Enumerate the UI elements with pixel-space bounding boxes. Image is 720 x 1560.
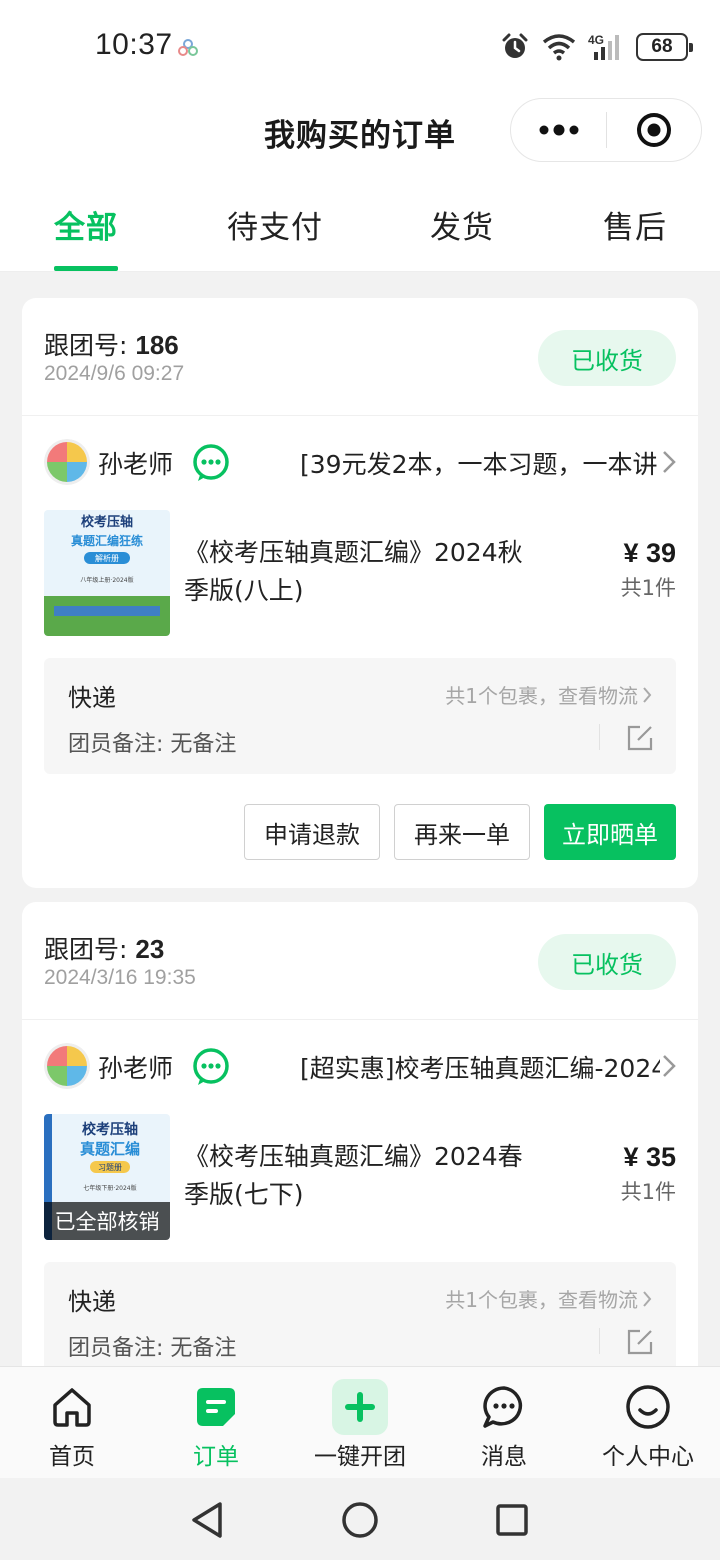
member-remark: 团员备注: 无备注 <box>68 732 237 757</box>
miniprogram-capsule <box>510 98 702 162</box>
status-badge: 已收货 <box>538 330 676 386</box>
product-name: 《校考压轴真题汇编》2024秋季版(八上) <box>184 538 523 605</box>
home-circle-icon[interactable] <box>338 1498 382 1542</box>
svg-text:真题汇编狂练: 真题汇编狂练 <box>71 533 143 548</box>
nav-home[interactable]: 首页 <box>0 1367 144 1479</box>
plus-icon <box>332 1379 388 1435</box>
logistics-link-text: 共1个包裹，查看物流 <box>445 1288 638 1312</box>
product-thumbnail[interactable]: 校考压轴 真题汇编 习题册 七年级下册·2024版 已全部核销 <box>44 1114 170 1240</box>
nav-start-group[interactable]: 一键开团 <box>288 1367 432 1479</box>
group-title: [39元发2本，一本习题，一本讲 <box>300 450 658 479</box>
nav-orders[interactable]: 订单 <box>144 1367 288 1479</box>
order-actions: 申请退款 再来一单 立即晒单 <box>244 804 676 860</box>
wechat-chat-icon[interactable] <box>190 442 232 484</box>
shipping-method: 快递 <box>68 684 116 712</box>
wechat-chat-icon[interactable] <box>190 1046 232 1088</box>
home-icon <box>44 1379 100 1435</box>
remark-divider <box>599 1328 600 1354</box>
quantity: 共1件 <box>620 1180 676 1204</box>
svg-text:校考压轴: 校考压轴 <box>82 1121 138 1138</box>
order-time: 2024/9/6 09:27 <box>44 362 185 385</box>
shipping-box: 快递 共1个包裹，查看物流 团员备注: 无备注 <box>44 658 676 774</box>
alarm-icon <box>502 33 528 58</box>
message-icon <box>476 1379 532 1435</box>
order-tabs: 全部 待支付 发货 售后 <box>0 174 720 272</box>
nav-label: 首页 <box>49 1444 95 1470</box>
svg-text:4G: 4G <box>588 33 604 47</box>
refund-button[interactable]: 申请退款 <box>244 804 380 860</box>
shipping-method: 快递 <box>68 1288 116 1316</box>
product-name: 《校考压轴真题汇编》2024春季版(七下) <box>184 1142 523 1209</box>
chevron-right-icon <box>663 1055 676 1077</box>
more-dots-icon <box>539 124 578 136</box>
svg-text:八年级上册·2024版: 八年级上册·2024版 <box>80 576 133 584</box>
svg-text:解析册: 解析册 <box>95 553 119 563</box>
reorder-button[interactable]: 再来一单 <box>394 804 530 860</box>
edit-icon[interactable] <box>626 724 654 752</box>
verified-overlay: 已全部核销 <box>44 1202 170 1240</box>
logistics-link-text: 共1个包裹，查看物流 <box>445 684 638 708</box>
seller-name: 孙老师 <box>98 450 174 479</box>
nav-label: 个人中心 <box>602 1444 694 1470</box>
price: ¥ 35 <box>623 1142 676 1172</box>
battery-indicator: 68 <box>636 33 693 61</box>
order-header: 跟团号: 23 2024/3/16 19:35 已收货 <box>22 902 698 1020</box>
view-logistics-link[interactable]: 共1个包裹，查看物流 <box>445 1284 652 1313</box>
order-card[interactable]: 跟团号: 23 2024/3/16 19:35 已收货 孙老师 [超实惠]校考压… <box>22 902 698 1382</box>
group-number: 跟团号: 186 <box>44 330 179 360</box>
svg-text:真题汇编: 真题汇编 <box>80 1140 140 1158</box>
bottom-nav: 首页 订单 一键开团 消息 个人中心 <box>0 1366 720 1478</box>
app-notification-icon <box>178 39 198 56</box>
quantity: 共1件 <box>620 576 676 600</box>
seller-row[interactable]: 孙老师 [超实惠]校考压轴真题汇编-2024 <box>44 1042 676 1092</box>
status-badge: 已收货 <box>538 934 676 990</box>
tab-all[interactable]: 全部 <box>54 202 118 247</box>
system-nav-bar <box>0 1478 720 1560</box>
signal-4g-icon: 4G <box>588 33 619 60</box>
chevron-right-icon <box>643 1290 652 1307</box>
nav-label: 一键开团 <box>314 1444 406 1470</box>
svg-text:七年级下册·2024版: 七年级下册·2024版 <box>83 1184 136 1192</box>
active-tab-indicator <box>54 266 118 271</box>
nav-messages[interactable]: 消息 <box>432 1367 576 1479</box>
nav-label: 订单 <box>193 1444 239 1470</box>
svg-text:习题册: 习题册 <box>98 1163 122 1172</box>
chevron-right-icon <box>643 686 652 703</box>
order-time: 2024/3/16 19:35 <box>44 966 196 989</box>
seller-name: 孙老师 <box>98 1054 174 1083</box>
profile-icon <box>620 1379 676 1435</box>
order-card[interactable]: 跟团号: 186 2024/9/6 09:27 已收货 孙老师 [39元发2本，… <box>22 298 698 888</box>
status-time: 10:37 <box>95 28 173 61</box>
member-remark: 团员备注: 无备注 <box>68 1336 237 1361</box>
back-triangle-icon[interactable] <box>186 1498 230 1542</box>
seller-row[interactable]: 孙老师 [39元发2本，一本习题，一本讲 <box>44 438 676 488</box>
more-button[interactable] <box>511 99 606 161</box>
view-logistics-link[interactable]: 共1个包裹，查看物流 <box>445 680 652 709</box>
edit-icon[interactable] <box>626 1328 654 1356</box>
product-thumbnail[interactable]: 校考压轴 真题汇编狂练 解析册 八年级上册·2024版 <box>44 510 170 636</box>
status-bar: 10:37 4G 68 <box>0 0 720 92</box>
tab-after-sales[interactable]: 售后 <box>603 202 667 247</box>
remark-divider <box>599 724 600 750</box>
tab-pending-payment[interactable]: 待支付 <box>227 202 323 247</box>
chevron-right-icon <box>663 451 676 473</box>
wifi-icon <box>542 34 576 61</box>
order-icon <box>188 1379 244 1435</box>
avatar <box>44 439 90 485</box>
tab-shipping[interactable]: 发货 <box>430 202 494 247</box>
nav-profile[interactable]: 个人中心 <box>576 1367 720 1479</box>
price: ¥ 39 <box>623 538 676 568</box>
shipping-box: 快递 共1个包裹，查看物流 团员备注: 无备注 <box>44 1262 676 1378</box>
avatar <box>44 1043 90 1089</box>
group-title: [超实惠]校考压轴真题汇编-2024 <box>300 1054 660 1083</box>
share-review-button[interactable]: 立即晒单 <box>544 804 676 860</box>
close-miniprogram-button[interactable] <box>607 99 701 161</box>
order-header: 跟团号: 186 2024/9/6 09:27 已收货 <box>22 298 698 416</box>
nav-label: 消息 <box>481 1444 527 1470</box>
target-close-icon <box>637 113 671 147</box>
group-number: 跟团号: 23 <box>44 934 165 964</box>
recents-square-icon[interactable] <box>490 1498 534 1542</box>
svg-text:校考压轴: 校考压轴 <box>81 514 133 530</box>
title-bar: 我购买的订单 <box>0 92 720 174</box>
